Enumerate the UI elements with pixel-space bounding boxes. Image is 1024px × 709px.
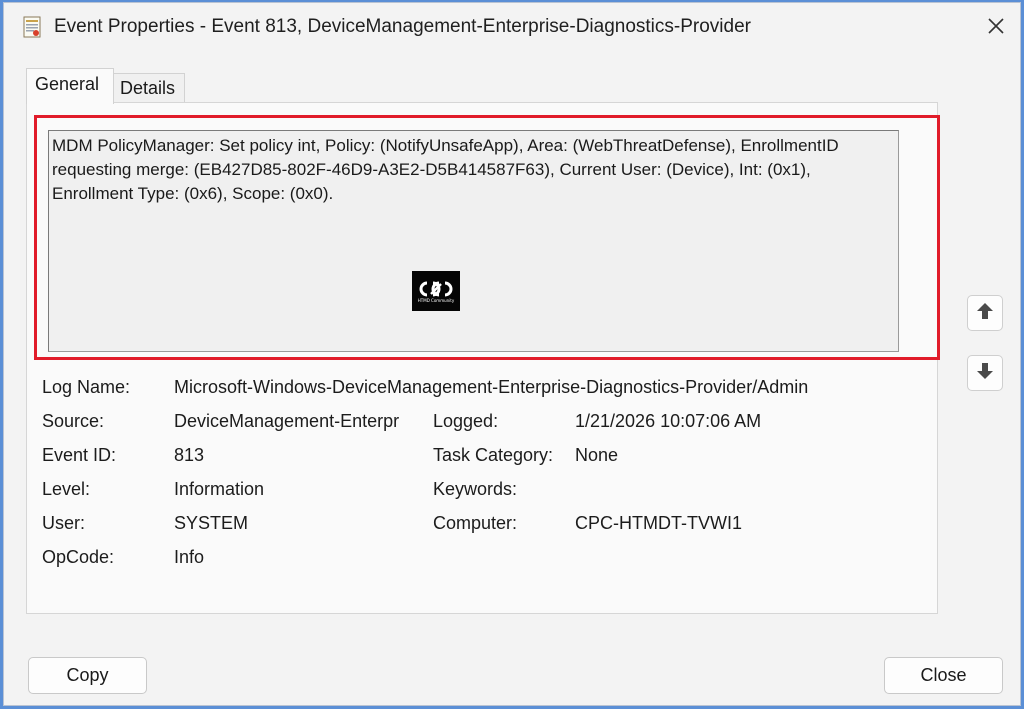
- log-name-label: Log Name:: [42, 377, 131, 397]
- user-label: User:: [42, 513, 86, 533]
- close-button-label: Close: [920, 665, 967, 685]
- event-id-label: Event ID:: [42, 445, 117, 465]
- task-category-label: Task Category:: [433, 445, 554, 465]
- tab-details-label: Details: [120, 78, 176, 98]
- source-value[interactable]: DeviceManagement-Enterpr: [174, 411, 418, 432]
- event-description-box[interactable]: MDM PolicyManager: Set policy int, Polic…: [48, 130, 899, 352]
- title-bar: Event Properties - Event 813, DeviceMana…: [4, 3, 1020, 51]
- logged-label: Logged:: [433, 411, 499, 431]
- event-properties-window: Event Properties - Event 813, DeviceMana…: [3, 2, 1021, 706]
- event-viewer-icon: [23, 16, 41, 38]
- event-description-text: MDM PolicyManager: Set policy int, Polic…: [52, 136, 839, 203]
- opcode-value[interactable]: Info: [174, 547, 204, 568]
- previous-event-button[interactable]: [967, 295, 1003, 331]
- arrow-down-icon: [976, 362, 994, 385]
- keywords-label: Keywords:: [433, 479, 518, 499]
- copy-button[interactable]: Copy: [28, 657, 147, 694]
- logged-value[interactable]: 1/21/2026 10:07:06 AM: [575, 411, 761, 432]
- general-panel: MDM PolicyManager: Set policy int, Polic…: [26, 102, 940, 614]
- opcode-label: OpCode:: [42, 547, 115, 567]
- user-value[interactable]: SYSTEM: [174, 513, 248, 534]
- tab-details[interactable]: Details: [113, 73, 185, 103]
- computer-value[interactable]: CPC-HTMDT-TVWI1: [575, 513, 742, 534]
- log-name-value[interactable]: Microsoft-Windows-DeviceManagement-Enter…: [174, 377, 808, 398]
- level-value[interactable]: Information: [174, 479, 264, 500]
- watermark-text: HTMD Community: [417, 297, 455, 303]
- tab-general[interactable]: General: [26, 68, 114, 104]
- arrow-up-icon: [976, 302, 994, 325]
- next-event-button[interactable]: [967, 355, 1003, 391]
- close-icon[interactable]: [982, 12, 1010, 40]
- source-label: Source:: [42, 411, 105, 431]
- computer-label: Computer:: [433, 513, 518, 533]
- window-title: Event Properties - Event 813, DeviceMana…: [54, 16, 751, 37]
- task-category-value[interactable]: None: [575, 445, 618, 466]
- copy-button-label: Copy: [66, 665, 109, 685]
- htmd-logo: HTMD Community: [412, 271, 460, 311]
- event-id-value[interactable]: 813: [174, 445, 204, 466]
- close-button[interactable]: Close: [884, 657, 1003, 694]
- tab-general-label: General: [35, 74, 100, 94]
- level-label: Level:: [42, 479, 91, 499]
